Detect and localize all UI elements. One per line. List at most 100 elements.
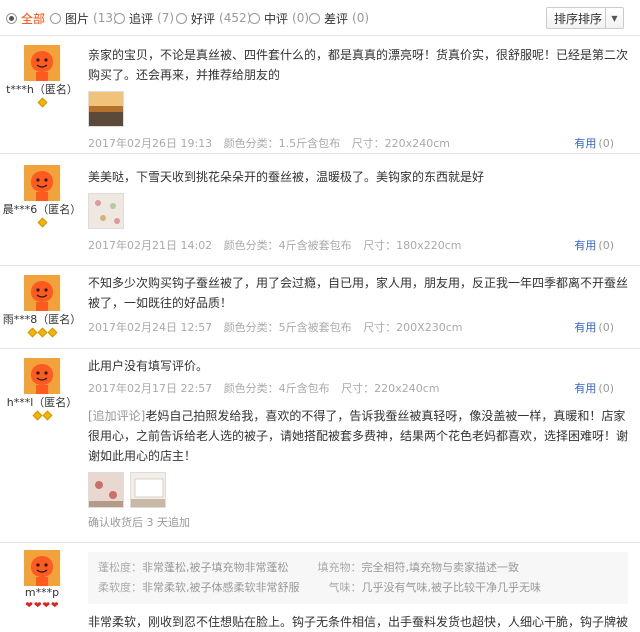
useful-label[interactable]: 有用 (574, 239, 596, 252)
review-meta: 2017年02月24日 12:57 颜色分类：5斤含被套包布 尺寸：200X23… (88, 319, 628, 337)
param-key: 气味： (328, 581, 362, 594)
sort-label: 排序排序 (554, 11, 603, 26)
radio-icon[interactable] (176, 12, 187, 24)
reviewer-name[interactable]: h***l（匿名） (0, 394, 84, 410)
review-content: 蓬松度：非常蓬松,被子填充物非常蓬松 填充物：完全相符,填充物与卖家描述一致 柔… (88, 552, 628, 632)
reviewer-name[interactable]: m***p (0, 586, 84, 599)
level-heart-icon: ❤ (51, 601, 59, 611)
review-item: t***h（匿名） 亲家的宝贝，不论是真丝被、四件套什么的，都是真真的漂亮呀！货… (0, 37, 640, 154)
review-content: 不知多少次购买钩子蚕丝被了，用了会过瘾，自已用，家人用，朋友用，反正我一年四季都… (88, 273, 628, 337)
review-size: 尺寸：220x240cm (351, 137, 450, 150)
reviewer-name[interactable]: 晨***6（匿名） (0, 201, 84, 217)
review-item: m***p ❤ ❤ ❤ ❤ 蓬松度：非常蓬松,被子填充物非常蓬松 填充物：完全相… (0, 544, 640, 632)
review-date: 2017年02月21日 14:02 (88, 239, 213, 252)
useful-button[interactable]: 有用 (0) (574, 319, 622, 335)
filter-label: 中评 (264, 11, 289, 26)
filter-count: (0) (292, 11, 310, 25)
param-key: 填充物： (317, 561, 362, 574)
avatar-icon[interactable] (24, 165, 60, 201)
filter-count: (0) (352, 11, 370, 25)
review-date: 2017年02月24日 12:57 (88, 321, 213, 334)
review-color: 颜色分类：4斤含包布 (223, 382, 330, 395)
review-color: 颜色分类：1.5斤含包布 (223, 137, 341, 150)
useful-button[interactable]: 有用 (0) (574, 237, 622, 253)
radio-icon[interactable] (50, 12, 61, 24)
review-photos (88, 193, 628, 229)
param-value: 非常柔软,被子体感柔软非常舒服 (142, 581, 300, 594)
append-note: 确认收货后 3 天追加 (88, 516, 190, 529)
filter-count: (7) (157, 11, 175, 25)
filter-label: 好评 (191, 11, 216, 26)
param-value: 几乎没有气味,被子比较干净几乎无味 (361, 581, 542, 594)
level-heart-icon: ❤ (25, 601, 33, 611)
param-key: 柔软度： (98, 581, 142, 594)
level-gem-icon (37, 217, 47, 228)
level-gem-icon (37, 327, 47, 338)
radio-icon[interactable] (114, 12, 125, 24)
useful-count: (0) (598, 239, 614, 252)
review-filter-bar: 全部 图片 (13) 追评 (7) 好评 (452) 中评 (0) 差评 (0)… (0, 0, 640, 36)
filter-label: 差评 (324, 11, 349, 26)
product-params: 蓬松度：非常蓬松,被子填充物非常蓬松 填充物：完全相符,填充物与卖家描述一致 柔… (88, 552, 628, 604)
review-text: 亲家的宝贝，不论是真丝被、四件套什么的，都是真真的漂亮呀！货真价实，很舒服呢！已… (88, 48, 629, 82)
params-row: 蓬松度：非常蓬松,被子填充物非常蓬松 填充物：完全相符,填充物与卖家描述一致 (98, 558, 618, 578)
useful-button[interactable]: 有用 (0) (574, 135, 622, 151)
filter-images[interactable]: 图片 (13) (50, 10, 118, 26)
review-photo[interactable] (88, 193, 124, 229)
review-text: 美美哒，下雪天收到挑花朵朵开的蚕丝被，温暖极了。美钩家的东西就是好 (88, 170, 485, 184)
avatar-icon[interactable] (24, 358, 60, 394)
bedding-photo-icon (89, 473, 123, 507)
filter-label: 追评 (129, 11, 154, 26)
review-photos (88, 91, 628, 127)
filter-all[interactable]: 全部 (6, 10, 45, 26)
radio-icon[interactable] (249, 12, 260, 24)
filter-label: 全部 (21, 11, 46, 26)
sunset-photo-icon (89, 92, 123, 126)
review-photo[interactable] (130, 472, 166, 508)
review-photo[interactable] (88, 91, 124, 127)
review-color: 颜色分类：5斤含被套包布 (223, 321, 352, 334)
append-text: 老妈自己拍照发给我，喜欢的不得了，告诉我蚕丝被真轻呀，像没盖被一样，真暖和！店家… (88, 409, 629, 463)
sort-dropdown[interactable]: 排序排序 ▼ (546, 7, 624, 29)
reviewer-level (0, 410, 84, 421)
useful-count: (0) (598, 137, 614, 150)
reviewer-info: h***l（匿名） (0, 358, 84, 421)
review-text: 非常柔软，刚收到忍不住想贴在脸上。钩子无条件相信，出手蚕料发货也超快，人细心干脆… (88, 615, 629, 629)
filter-positive[interactable]: 好评 (452) (176, 10, 251, 26)
reviewer-info: 雨***8（匿名） (0, 275, 84, 338)
chevron-down-icon[interactable]: ▼ (605, 8, 623, 28)
radio-icon[interactable] (309, 12, 320, 24)
bedding-photo-icon (131, 473, 165, 507)
useful-label[interactable]: 有用 (574, 137, 596, 150)
avatar-icon[interactable] (24, 45, 60, 81)
append-review: [追加评论]老妈自己拍照发给我，喜欢的不得了，告诉我蚕丝被真轻呀，像没盖被一样，… (88, 406, 628, 466)
append-photos (88, 472, 628, 508)
review-item: h***l（匿名） 此用户没有填写评价。 2017年02月17日 22:57 颜… (0, 350, 640, 543)
filter-neutral[interactable]: 中评 (0) (249, 10, 309, 26)
avatar-icon[interactable] (24, 275, 60, 311)
radio-selected-icon[interactable] (6, 12, 17, 24)
params-row: 柔软度：非常柔软,被子体感柔软非常舒服 气味：几乎没有气味,被子比较干净几乎无味 (98, 578, 618, 598)
reviewer-name[interactable]: 雨***8（匿名） (0, 311, 84, 327)
level-gem-icon (37, 97, 47, 108)
useful-label[interactable]: 有用 (574, 382, 596, 395)
reviewer-level (0, 97, 84, 108)
reviewer-level: ❤ ❤ ❤ ❤ (0, 601, 84, 611)
filter-negative[interactable]: 差评 (0) (309, 10, 369, 26)
review-photo[interactable] (88, 472, 124, 508)
avatar-icon[interactable] (24, 550, 60, 586)
param-key: 蓬松度： (98, 561, 142, 574)
review-size: 尺寸：220x240cm (341, 382, 440, 395)
reviewer-name[interactable]: t***h（匿名） (0, 81, 84, 97)
review-date: 2017年02月17日 22:57 (88, 382, 213, 395)
review-size: 尺寸：180x220cm (363, 239, 462, 252)
level-heart-icon: ❤ (42, 601, 51, 611)
filter-followup[interactable]: 追评 (7) (114, 10, 174, 26)
review-date: 2017年02月26日 19:13 (88, 137, 213, 150)
level-heart-icon: ❤ (33, 601, 42, 611)
useful-button[interactable]: 有用 (0) (574, 380, 622, 396)
filter-count: (452) (219, 11, 252, 25)
param-value: 非常蓬松,被子填充物非常蓬松 (142, 561, 289, 574)
review-item: 雨***8（匿名） 不知多少次购买钩子蚕丝被了，用了会过瘾，自已用，家人用，朋友… (0, 267, 640, 349)
useful-label[interactable]: 有用 (574, 321, 596, 334)
